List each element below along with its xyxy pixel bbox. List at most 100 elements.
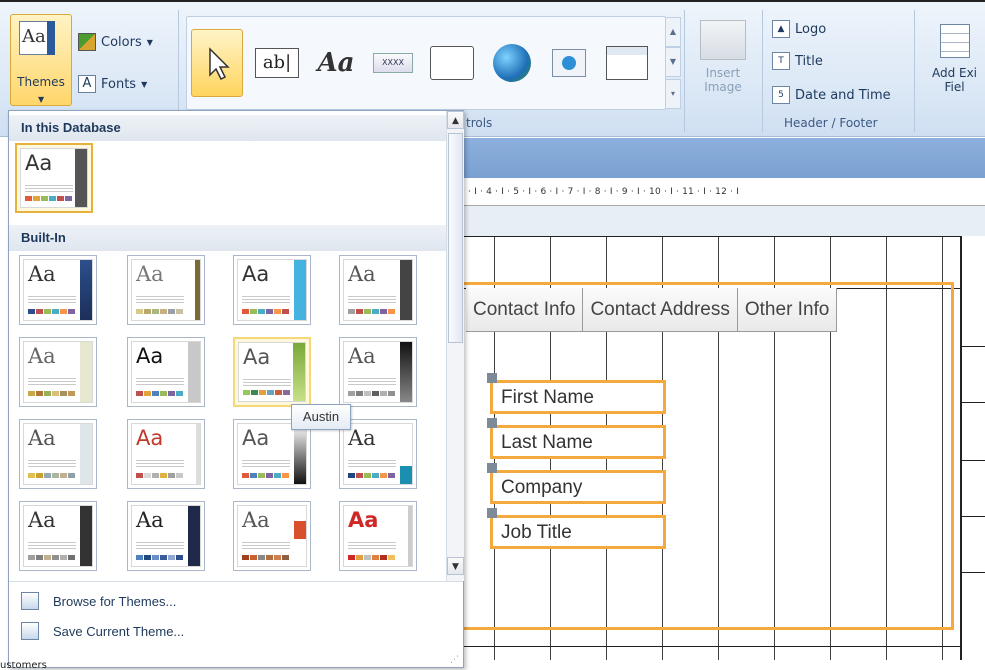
separator (914, 10, 915, 132)
tab-control-button[interactable] (427, 35, 477, 91)
move-handle[interactable] (487, 373, 497, 383)
tab-contact-address[interactable]: Contact Address (583, 288, 738, 332)
move-handle[interactable] (487, 508, 497, 518)
hyperlink-control-button[interactable] (487, 35, 537, 91)
web-browser-icon (552, 49, 586, 77)
insert-image-label-1: Insert (705, 66, 741, 80)
first-name-field[interactable]: First Name (490, 380, 666, 414)
theme-thumb[interactable]: Aa (233, 255, 311, 325)
controls-gallery: ab| Aa XXXX ▲ ▼ ▾ (186, 16, 681, 110)
tab-contact-info[interactable]: Contact Info (466, 288, 584, 332)
theme-thumb[interactable]: Aa (127, 337, 205, 407)
scroll-down-button[interactable]: ▼ (447, 557, 464, 575)
title-button[interactable]: T Title (772, 48, 823, 74)
navigation-control-button[interactable] (603, 35, 651, 91)
colors-label: Colors (101, 34, 142, 50)
theme-thumb[interactable]: Aa (233, 501, 311, 571)
section-in-this-database: In this Database (9, 115, 446, 141)
grid-line (962, 516, 985, 517)
gallery-scroll-up-button[interactable]: ▲ (665, 17, 681, 47)
theme-thumb[interactable]: Aa (339, 501, 417, 571)
controls-group-label: trols (466, 116, 493, 130)
themes-gallery-dropdown: In this Database Aa Built-In Aa Aa Aa Aa… (8, 110, 464, 668)
move-handle[interactable] (487, 418, 497, 428)
colors-button[interactable]: Colors ▼ (78, 30, 153, 54)
move-handle[interactable] (487, 463, 497, 473)
date-time-button[interactable]: 5 Date and Time (772, 82, 891, 108)
theme-thumb[interactable]: Aa (19, 337, 97, 407)
fonts-label: Fonts (101, 76, 137, 92)
theme-thumb[interactable]: Aa (127, 255, 205, 325)
scrollbar-thumb[interactable] (448, 133, 463, 343)
grid-line (962, 346, 985, 347)
form-tab-strip: Contact Info Contact Address Other Info (466, 288, 838, 332)
fonts-button[interactable]: A Fonts ▼ (78, 72, 147, 96)
label-icon: Aa (317, 48, 355, 78)
theme-tooltip: Austin (291, 404, 351, 430)
job-title-field[interactable]: Job Title (490, 515, 666, 549)
add-fields-label-1: Add Exi (931, 66, 978, 80)
textbox-icon: ab| (255, 48, 299, 78)
theme-thumb[interactable]: Aa (19, 501, 97, 571)
logo-icon: ▲ (772, 20, 790, 38)
themes-button[interactable]: Aa Themes ▼ (10, 14, 72, 106)
textbox-control-button[interactable]: ab| (253, 35, 301, 91)
calendar-icon: 5 (772, 86, 790, 104)
dropdown-divider (9, 581, 463, 582)
label-control-button[interactable]: Aa (311, 35, 361, 91)
logo-label: Logo (795, 21, 827, 37)
theme-thumb[interactable]: Aa (339, 255, 417, 325)
theme-thumb-austin[interactable]: Aa (233, 337, 311, 407)
hyperlink-icon (493, 44, 531, 82)
fields-list-icon (939, 24, 970, 58)
folder-icon (21, 592, 39, 610)
gallery-more-button[interactable]: ▾ (665, 79, 681, 109)
last-name-field[interactable]: Last Name (490, 425, 666, 459)
theme-thumb[interactable]: Aa (339, 337, 417, 407)
themes-label: Themes (17, 75, 65, 89)
date-time-label: Date and Time (795, 87, 891, 103)
gallery-scrollbar[interactable]: ▲ ▼ (446, 111, 464, 581)
gallery-scroll-down-button[interactable]: ▼ (665, 47, 681, 77)
save-current-theme-button[interactable]: Save Current Theme... (21, 619, 184, 643)
theme-thumb-current[interactable]: Aa (15, 143, 93, 213)
grid-line (962, 402, 985, 403)
insert-image-label-2: Image (704, 80, 742, 94)
title-icon: T (772, 52, 790, 70)
browse-for-themes-label: Browse for Themes... (53, 593, 177, 609)
scroll-up-button[interactable]: ▲ (447, 111, 464, 129)
title-label: Title (795, 53, 823, 69)
navigation-pane-partial: ustomers (0, 662, 47, 670)
theme-thumb[interactable]: Aa (127, 419, 205, 489)
themes-icon: Aa (19, 21, 55, 55)
theme-thumb[interactable]: Aa (19, 255, 97, 325)
logo-button[interactable]: ▲ Logo (772, 16, 826, 42)
save-theme-icon (21, 622, 39, 640)
horizontal-ruler: · I · 4 · I · 5 · I · 6 · I · 7 · I · 8 … (462, 178, 985, 206)
chevron-down-icon: ▼ (146, 37, 153, 47)
add-fields-label-2: Fiel (944, 80, 965, 94)
select-pointer-button[interactable] (191, 29, 243, 97)
resize-grip-icon[interactable]: ⋰ (450, 655, 459, 665)
fonts-icon: A (78, 75, 96, 93)
tab-other-info[interactable]: Other Info (737, 288, 838, 332)
add-existing-fields-button[interactable]: Add Exi Fiel (924, 16, 985, 112)
separator (684, 10, 685, 132)
theme-thumb[interactable]: Aa (19, 419, 97, 489)
document-tab-bar (462, 138, 985, 178)
grid-line (462, 236, 960, 237)
theme-thumb[interactable]: Aa (127, 501, 205, 571)
navigation-icon (606, 46, 648, 80)
chevron-down-icon: ▼ (141, 79, 148, 89)
web-browser-control-button[interactable] (547, 35, 591, 91)
button-control-button[interactable]: XXXX (371, 35, 415, 91)
company-field[interactable]: Company (490, 470, 666, 504)
section-built-in: Built-In (9, 225, 446, 251)
insert-image-button[interactable]: Insert Image (690, 16, 756, 112)
header-footer-group-label: Header / Footer (784, 116, 878, 130)
ruler-gap (462, 206, 985, 236)
tab-control-icon (430, 46, 474, 80)
save-current-theme-label: Save Current Theme... (53, 623, 185, 639)
browse-for-themes-button[interactable]: Browse for Themes... (21, 589, 176, 613)
design-grid-edge (960, 236, 985, 660)
